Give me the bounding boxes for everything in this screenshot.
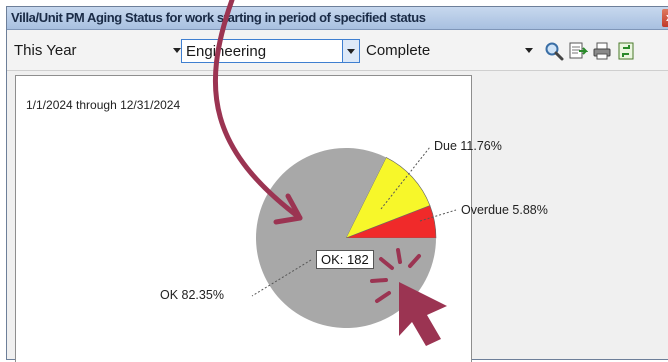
annotation-overlay [212,0,447,346]
hand-cursor-icon [399,282,447,346]
pointer-arrow-curve [212,0,303,221]
